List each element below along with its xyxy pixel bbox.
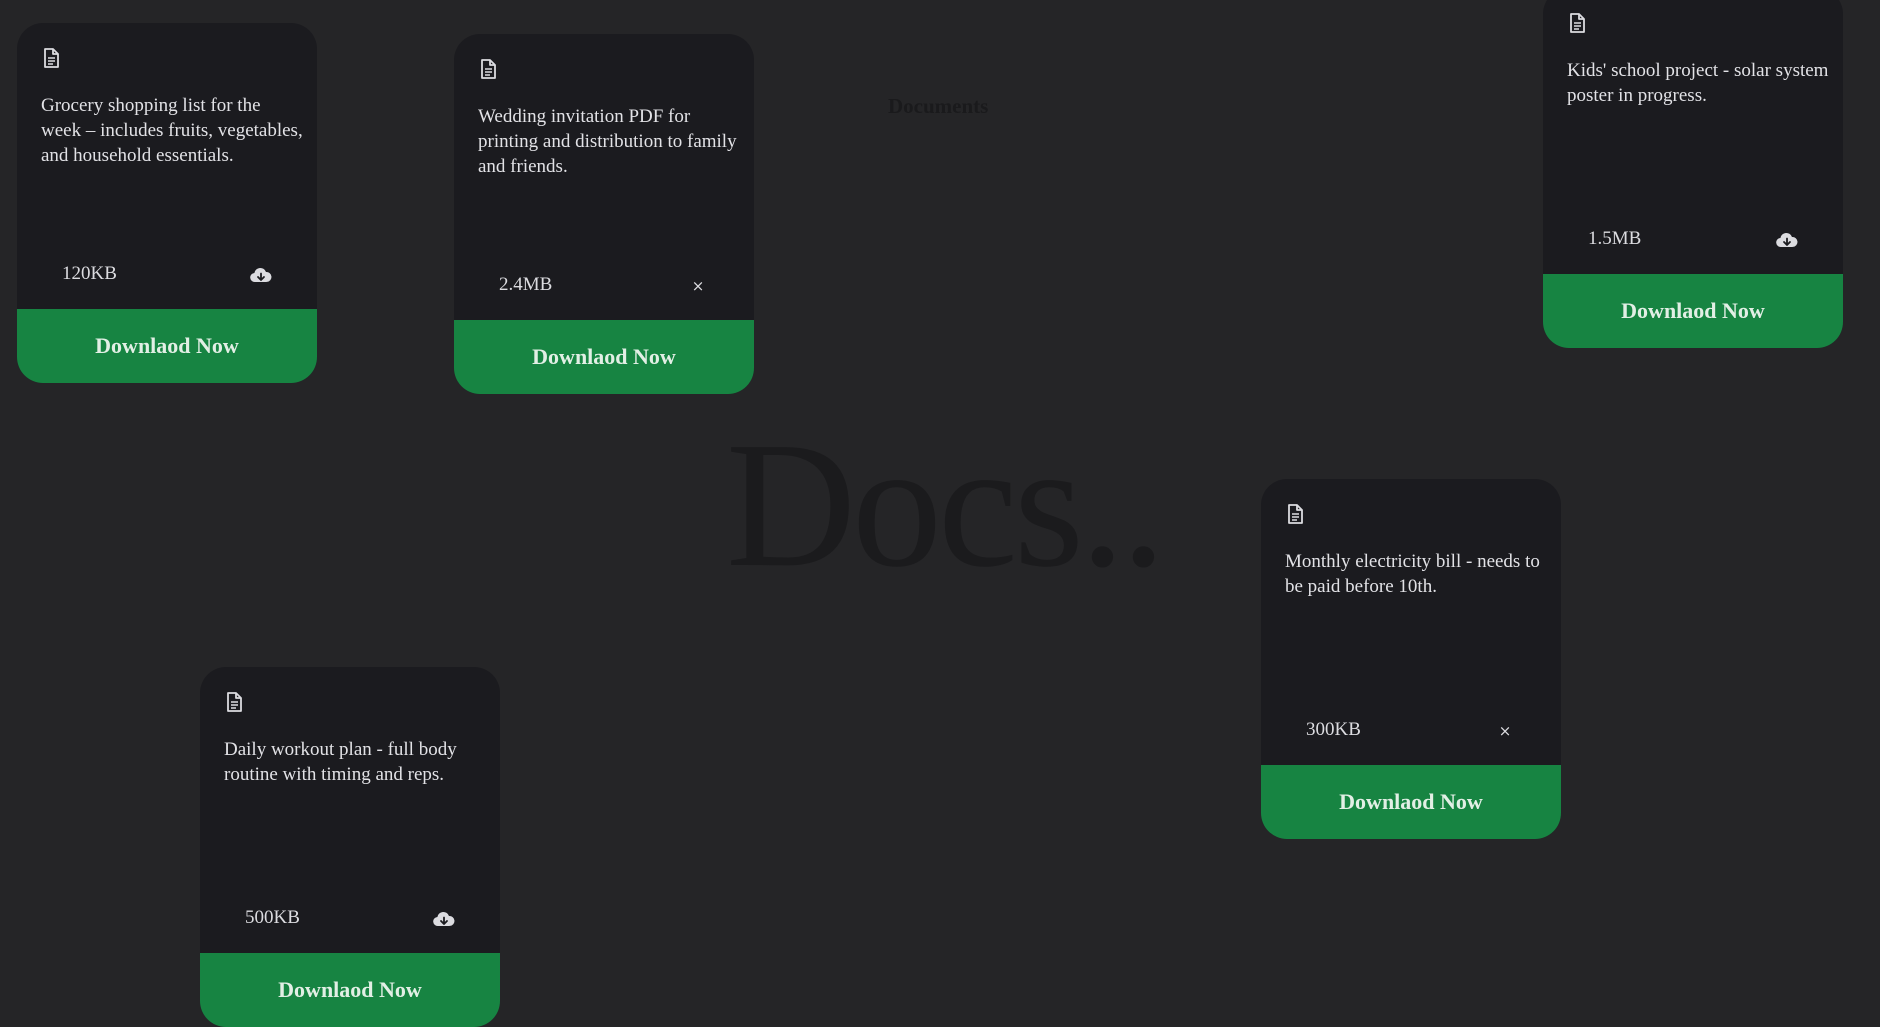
card-description: Grocery shopping list for the week – inc… — [41, 95, 303, 166]
card-description: Kids' school project - solar system post… — [1567, 60, 1829, 106]
document-icon — [478, 58, 498, 80]
document-icon — [41, 47, 61, 69]
download-now-button[interactable]: Downlaod Now — [454, 320, 754, 394]
close-icon[interactable]: × — [1493, 721, 1517, 741]
close-icon[interactable]: × — [686, 276, 710, 296]
download-now-button[interactable]: Downlaod Now — [1543, 274, 1843, 348]
download-now-button[interactable]: Downlaod Now — [1261, 765, 1561, 839]
cloud-download-icon[interactable] — [432, 909, 456, 929]
document-card: Wedding invitation PDF for printing and … — [454, 34, 754, 394]
document-icon — [1567, 12, 1587, 34]
document-icon — [1285, 503, 1305, 525]
card-description: Monthly electricity bill - needs to be p… — [1285, 551, 1540, 597]
file-size: 2.4MB — [499, 274, 553, 295]
document-card: Grocery shopping list for the week – inc… — [17, 23, 317, 383]
document-card: Daily workout plan - full body routine w… — [200, 667, 500, 1027]
file-size: 1.5MB — [1588, 228, 1642, 249]
card-description: Daily workout plan - full body routine w… — [224, 739, 457, 785]
hero-title: Docs.. — [726, 405, 1166, 604]
cloud-download-icon[interactable] — [1775, 230, 1799, 250]
download-now-button[interactable]: Downlaod Now — [200, 953, 500, 1027]
file-size: 500KB — [245, 907, 300, 928]
section-label: Documents — [888, 94, 989, 118]
document-card: Monthly electricity bill - needs to be p… — [1261, 479, 1561, 839]
download-now-button[interactable]: Downlaod Now — [17, 309, 317, 383]
document-icon — [224, 691, 244, 713]
document-card: Kids' school project - solar system post… — [1543, 0, 1843, 348]
file-size: 120KB — [62, 263, 117, 284]
card-description: Wedding invitation PDF for printing and … — [478, 106, 737, 177]
cloud-download-icon[interactable] — [249, 265, 273, 285]
file-size: 300KB — [1306, 719, 1361, 740]
